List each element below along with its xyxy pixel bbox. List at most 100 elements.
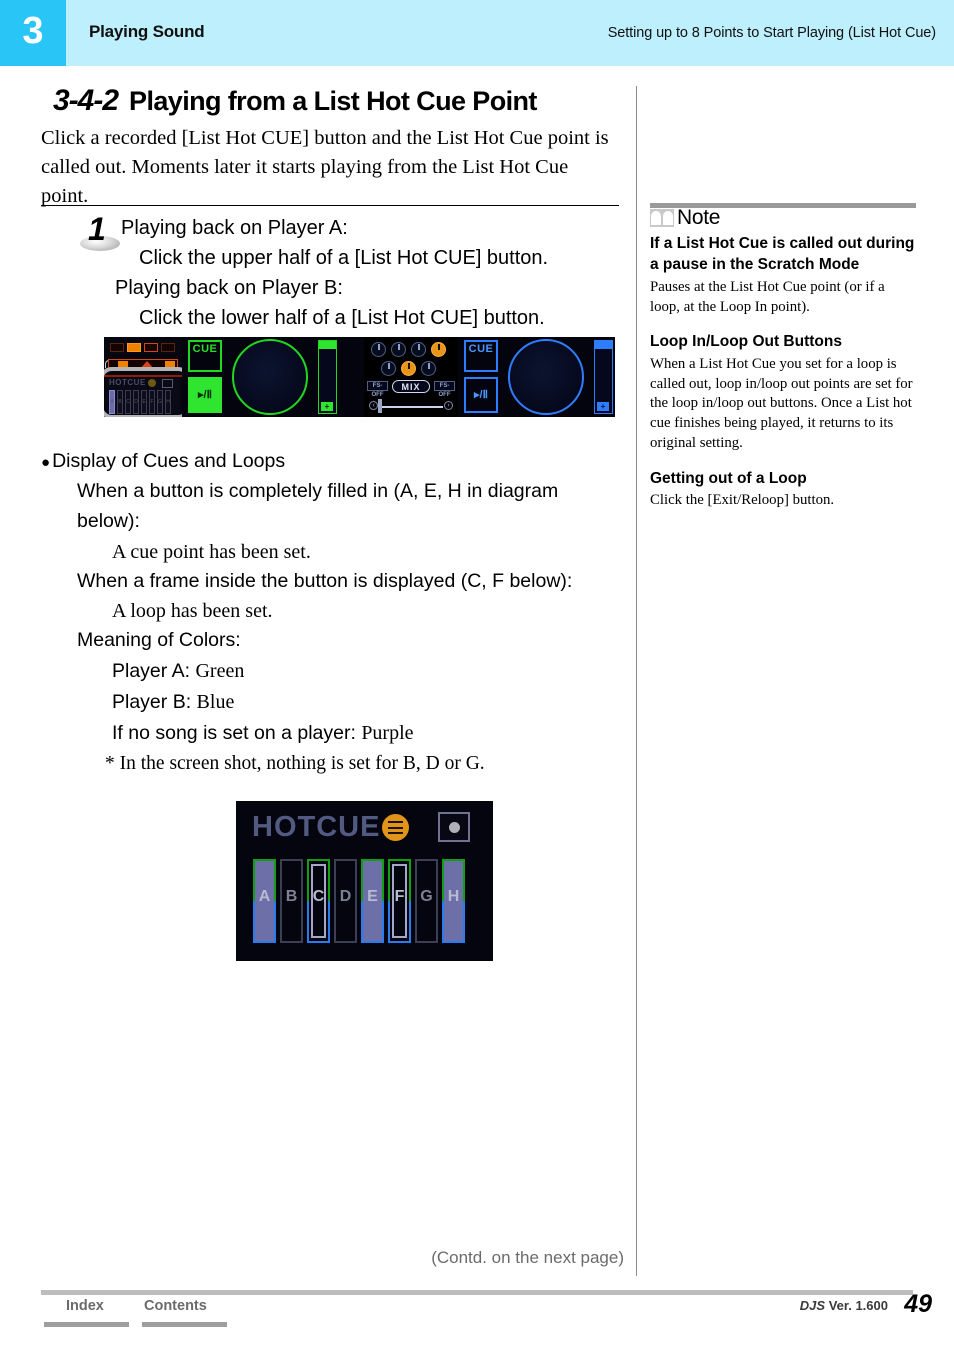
deck-a-jog-wheel[interactable] bbox=[232, 339, 308, 415]
hotcue-pad-h[interactable]: H bbox=[442, 859, 465, 943]
hotcue-pad-a-letter: A bbox=[258, 888, 271, 905]
cues-bullet-heading-text: Display of Cues and Loops bbox=[52, 450, 286, 472]
crossfader-right-arrow-icon[interactable]: › bbox=[444, 401, 453, 410]
player-b-color: Blue bbox=[196, 691, 235, 714]
deck-a-tempo-fader[interactable]: + bbox=[318, 340, 337, 414]
footer-version-app: DJS bbox=[799, 1298, 826, 1313]
dj-crossfader[interactable]: ‹ › bbox=[369, 399, 453, 413]
hotcue-diagram: HOTCUE A B C D E F G H bbox=[236, 801, 493, 961]
crossfader-left-arrow-icon[interactable]: ‹ bbox=[369, 401, 378, 410]
book-icon bbox=[650, 209, 674, 227]
hotcue-pad-c-letter: C bbox=[312, 888, 325, 905]
deck-b-tempo-fader[interactable]: + bbox=[594, 340, 613, 414]
deck-a-fader-cap[interactable] bbox=[319, 341, 336, 349]
bullet-dot-icon: ● bbox=[41, 454, 51, 471]
list-icon[interactable] bbox=[382, 814, 409, 841]
hotcue-pad-e-letter: E bbox=[367, 888, 378, 905]
footer-version: DJS Ver. 1.600 bbox=[800, 1298, 888, 1313]
mix-button[interactable]: MIX bbox=[392, 380, 430, 393]
page-number: 49 bbox=[904, 1290, 932, 1318]
deck-a-play-button[interactable]: ▸/Ⅱ bbox=[188, 377, 222, 413]
section-heading: Playing from a List Hot Cue Point bbox=[129, 86, 537, 116]
hotcue-pad-h-lower-half[interactable] bbox=[442, 901, 465, 943]
crossfader-handle[interactable] bbox=[378, 399, 382, 413]
footer-rule bbox=[41, 1290, 913, 1295]
cues-bullet-heading: ● Display of Cues and Loops bbox=[41, 450, 621, 473]
no-song-color-line: If no song is set on a player: Purple bbox=[112, 718, 621, 749]
hotcue-pad-a-lower-half[interactable] bbox=[253, 901, 276, 943]
effect-knob-icon[interactable] bbox=[371, 342, 386, 357]
hotcue-pad-f-letter: F bbox=[394, 888, 405, 905]
dj-center-mix-panel: FS-OFF MIX FS-OFF ‹ › bbox=[364, 337, 458, 417]
note-column: Note If a List Hot Cue is called out dur… bbox=[650, 200, 918, 525]
step-1-player-a-heading: Playing back on Player A: bbox=[121, 217, 348, 239]
note-subheading-1: If a List Hot Cue is called out during a… bbox=[650, 235, 915, 274]
deck-a-cue-button[interactable]: CUE bbox=[188, 340, 222, 372]
dj-effect-knob-row-2 bbox=[381, 361, 436, 376]
column-divider bbox=[636, 86, 637, 1276]
cues-line-1: When a button is completely filled in (A… bbox=[77, 480, 559, 502]
record-icon[interactable] bbox=[438, 812, 470, 842]
note-label: Note bbox=[677, 206, 721, 229]
hotcue-pad-f[interactable]: F bbox=[388, 859, 411, 943]
cues-line-2: below): bbox=[77, 509, 140, 532]
dj-transport-row bbox=[110, 343, 175, 352]
note-body-2: When a List Hot Cue you set for a loop i… bbox=[650, 355, 913, 451]
hotcue-pad-g-lower-half[interactable] bbox=[415, 901, 438, 943]
footer-contents-link[interactable]: Contents bbox=[144, 1298, 207, 1314]
step-1-player-b-heading: Playing back on Player B: bbox=[115, 277, 343, 299]
player-a-color-line: Player A: Green bbox=[112, 656, 621, 687]
hotcue-pad-d[interactable]: D bbox=[334, 859, 357, 943]
effect-knob-active-icon[interactable] bbox=[401, 361, 416, 376]
hotcue-pad-e-lower-half[interactable] bbox=[361, 901, 384, 943]
dj-play-pause-button[interactable] bbox=[144, 343, 158, 352]
fs-off-left-button[interactable]: FS-OFF bbox=[367, 381, 388, 398]
hotcue-pad-c[interactable]: C bbox=[307, 859, 330, 943]
deck-b-jog-wheel[interactable] bbox=[508, 339, 584, 415]
header-section-title: Playing Sound bbox=[89, 22, 205, 41]
dj-mixer-panel: HOTCUE A B C D E F G H bbox=[104, 337, 191, 417]
hotcue-pad-d-lower-half[interactable] bbox=[334, 901, 357, 943]
effect-knob-icon[interactable] bbox=[411, 342, 426, 357]
step-number-glyph: 1 bbox=[88, 211, 106, 247]
hotcue-pad-a[interactable]: A bbox=[253, 859, 276, 943]
deck-a-fader-plus[interactable]: + bbox=[321, 402, 333, 411]
dj-prev-button[interactable] bbox=[110, 343, 124, 352]
intro-paragraph: Click a recorded [List Hot CUE] button a… bbox=[41, 127, 609, 208]
dj-deck-b-panel: CUE ▸/Ⅱ + bbox=[458, 337, 615, 417]
step-1-player-b-detail: Click the lower half of a [List Hot CUE]… bbox=[139, 307, 545, 329]
fs-off-right-button[interactable]: FS-OFF bbox=[434, 381, 455, 398]
effect-knob-icon[interactable] bbox=[391, 342, 406, 357]
deck-b-play-button[interactable]: ▸/Ⅱ bbox=[464, 377, 498, 413]
deck-b-fader-cap[interactable] bbox=[595, 341, 612, 349]
footer-index-underline bbox=[44, 1322, 129, 1327]
effect-knob-icon[interactable] bbox=[381, 361, 396, 376]
no-song-color: Purple bbox=[361, 721, 414, 744]
player-b-label: Player B: bbox=[112, 691, 197, 714]
hotcue-pad-g-letter: G bbox=[420, 888, 433, 905]
page-header: 3 Playing Sound Setting up to 8 Points t… bbox=[0, 0, 954, 66]
chapter-number-badge: 3 bbox=[0, 0, 66, 66]
effect-knob-active-icon[interactable] bbox=[431, 342, 446, 357]
cues-footnote: * In the screen shot, nothing is set for… bbox=[105, 752, 485, 774]
effect-knob-icon[interactable] bbox=[421, 361, 436, 376]
hotcue-pad-e[interactable]: E bbox=[361, 859, 384, 943]
note-subheading-2: Loop In/Loop Out Buttons bbox=[650, 333, 842, 351]
hotcue-pad-b-lower-half[interactable] bbox=[280, 901, 303, 943]
dj-stop-button[interactable] bbox=[127, 343, 141, 352]
dj-next-button[interactable] bbox=[161, 343, 175, 352]
deck-b-fader-plus[interactable]: + bbox=[597, 402, 609, 411]
cues-line-1-detail: A cue point has been set. bbox=[112, 540, 311, 563]
hotcue-diagram-title: HOTCUE bbox=[252, 811, 381, 843]
cues-and-loops-section: ● Display of Cues and Loops When a butto… bbox=[41, 450, 621, 778]
header-topic-title: Setting up to 8 Points to Start Playing … bbox=[607, 25, 936, 41]
note-body-3: Click the [Exit/Reloop] button. bbox=[650, 492, 835, 509]
deck-b-cue-button[interactable]: CUE bbox=[464, 340, 498, 372]
hotcue-pad-b[interactable]: B bbox=[280, 859, 303, 943]
step-1-block: 1 Playing back on Player A: Click the up… bbox=[41, 213, 621, 333]
hotcue-pad-g[interactable]: G bbox=[415, 859, 438, 943]
no-song-label: If no song is set on a player: bbox=[112, 721, 362, 744]
footer-index-link[interactable]: Index bbox=[66, 1298, 104, 1314]
player-a-label: Player A: bbox=[112, 660, 196, 683]
player-a-color: Green bbox=[195, 660, 245, 683]
